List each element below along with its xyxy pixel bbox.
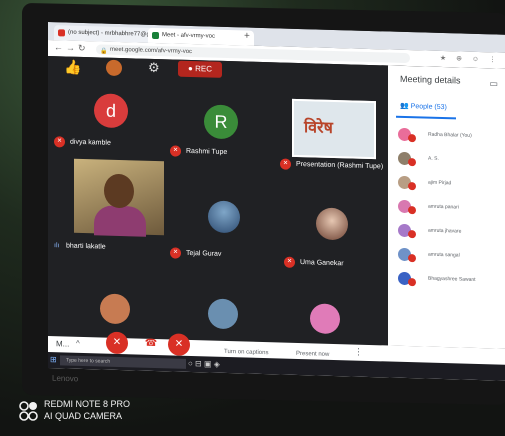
more-options-icon[interactable]: ⋮ [354, 347, 363, 358]
tab-gmail-label: (no subject) - mrbhabhre77@g... [68, 29, 155, 38]
back-icon[interactable]: ← [54, 42, 63, 52]
presentation-tile[interactable]: विरेष [292, 98, 376, 160]
recording-badge: ● REC [178, 60, 222, 78]
lock-icon: 🔒 [100, 48, 108, 55]
url-text: meet.google.com/afv-vrmy-voc [110, 46, 193, 56]
mic-off-icon: ✕ [170, 145, 181, 157]
mic-off-icon [408, 134, 416, 143]
taskbar-search[interactable]: Type here to search [60, 355, 186, 369]
hang-up-button[interactable]: ☎ [140, 333, 162, 356]
people-tab-label: People (53) [410, 103, 447, 112]
camera-rings-icon [19, 401, 38, 421]
participant-name-bharti: bharti lakatle [66, 242, 106, 251]
camera-toggle-button[interactable]: ✕ [168, 333, 190, 356]
taskbar-app-icons[interactable]: ○ ⊟ ▣ ◈ [188, 359, 220, 369]
mic-off-icon [408, 230, 416, 239]
video-tile-bharti [74, 158, 164, 237]
list-item[interactable]: Bhagyashree Sawant [396, 271, 505, 293]
mic-off-icon: ✕ [280, 158, 291, 170]
mic-off-icon: ✕ [284, 256, 295, 268]
rec-label: REC [195, 64, 212, 74]
gmail-icon [58, 29, 65, 37]
meeting-details-panel: Meeting details ▭ 👥 People (53) Radha Bh… [388, 65, 505, 349]
chat-icon[interactable]: ▭ [489, 78, 498, 89]
presentation-slide-title: विरेष [304, 117, 333, 137]
list-item[interactable]: A. S. [396, 151, 505, 173]
person-name: A. S. [428, 155, 439, 162]
avatar-uma [316, 207, 348, 241]
tab-underline [396, 115, 456, 120]
present-now-button[interactable]: Present now [296, 351, 329, 358]
mic-off-icon [408, 254, 416, 263]
person-name: Radha Bhalar (You) [428, 131, 472, 139]
mic-off-icon: ✕ [54, 136, 65, 148]
mic-off-icon: ✕ [170, 247, 181, 259]
participant-name-tejal: Tejal Gurav [186, 249, 222, 258]
watermark-line-1: REDMI NOTE 8 PRO [44, 399, 131, 409]
meeting-code[interactable]: M... [56, 339, 69, 348]
list-item[interactable]: ajim Pirjad [396, 175, 505, 197]
avatar-rashmi: R [204, 104, 238, 140]
mic-off-icon [408, 278, 416, 287]
windows-start-icon[interactable]: ⊞ [50, 355, 57, 364]
mic-toggle-button[interactable]: ✕ [106, 331, 128, 355]
tab-meet-label: Meet - afv-vrmy-voc [162, 32, 216, 40]
laptop-brand-label: Lenovo [52, 373, 79, 384]
photo-background: (no subject) - mrbhabhre77@g... Meet - a… [0, 0, 505, 436]
avatar-partial-2 [208, 298, 238, 330]
participant-name-presentation: Presentation (Rashmi Tupe) [296, 160, 384, 171]
participant-name-uma: Uma Ganekar [300, 259, 344, 268]
avatar-tejal [208, 200, 240, 234]
watermark-line-2: AI QUAD CAMERA [44, 411, 123, 421]
tab-people[interactable]: 👥 People (53) [400, 102, 447, 111]
taskbar-search-placeholder: Type here to search [66, 357, 111, 365]
person-name: Bhagyashree Sawant [428, 275, 476, 283]
list-item[interactable]: amruta jhavare [396, 223, 505, 245]
participant-name-divya: divya kamble [70, 138, 111, 147]
mic-off-icon [408, 158, 416, 167]
participant-video-body [94, 205, 146, 237]
thumbs-up-icon[interactable]: 👍 [64, 58, 81, 75]
panel-title: Meeting details [400, 73, 461, 86]
person-name: amruta jhavare [428, 227, 462, 235]
gear-icon[interactable]: ⚙ [148, 60, 160, 76]
participant-name-rashmi: Rashmi Tupe [186, 147, 228, 157]
list-item[interactable]: Radha Bhalar (You) [396, 127, 505, 149]
captions-button[interactable]: Turn on captions [224, 349, 268, 356]
forward-icon[interactable]: → [66, 43, 75, 53]
browser-toolbar-icons[interactable]: ★ ⊕ ☺ ⋮ [440, 54, 500, 64]
person-name: amruta panari [428, 203, 459, 211]
chevron-up-icon[interactable]: ^ [76, 339, 80, 348]
list-item[interactable]: amruta panari [396, 199, 505, 221]
avatar-partial-1 [100, 293, 130, 325]
self-avatar [106, 59, 122, 77]
camera-watermark: REDMI NOTE 8 PRO AI QUAD CAMERA [44, 398, 130, 422]
avatar-partial-3 [310, 303, 340, 335]
participant-video-face [104, 173, 134, 209]
list-item[interactable]: amruta sangal [396, 247, 505, 269]
reload-icon[interactable]: ↻ [78, 43, 86, 54]
person-name: amruta sangal [428, 251, 460, 259]
mic-off-icon [408, 182, 416, 191]
laptop-screen: (no subject) - mrbhabhre77@g... Meet - a… [48, 22, 505, 381]
person-name: ajim Pirjad [428, 179, 452, 187]
meet-icon [152, 31, 159, 40]
avatar-divya: d [94, 93, 128, 129]
meet-call-area: 👍 ⚙ ● REC d ✕ divya kamble R ✕ Rashmi Tu… [48, 56, 505, 349]
new-tab-button[interactable]: + [244, 30, 250, 41]
audio-level-icon: ılı [54, 242, 60, 250]
mic-off-icon [408, 206, 416, 215]
